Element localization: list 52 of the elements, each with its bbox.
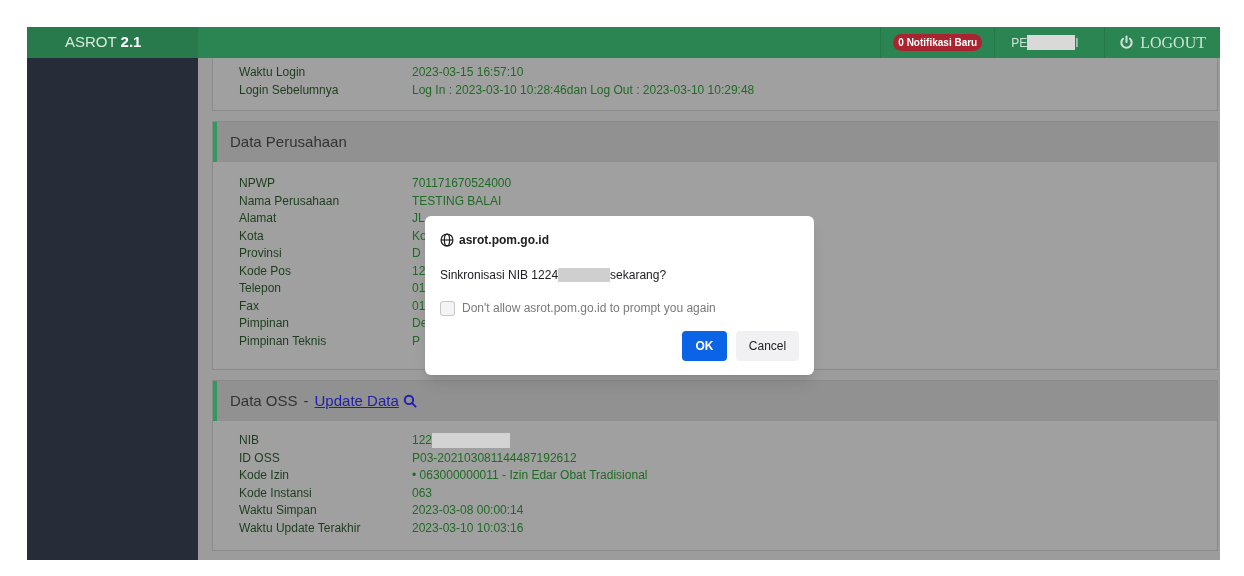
dialog-message-end: sekarang? — [610, 267, 667, 284]
dialog-message-start: Sinkronisasi NIB 1224 — [440, 267, 559, 284]
checkbox-label: Don't allow asrot.pom.go.id to prompt you again — [462, 300, 716, 317]
app-title[interactable]: ASROT 2.1 — [65, 31, 142, 54]
checkbox[interactable] — [440, 300, 455, 316]
field-value: 122 — [412, 433, 433, 449]
dialog-origin: asrot.pom.go.id — [459, 232, 549, 249]
field-value: 01 — [412, 298, 426, 314]
ok-button[interactable]: OK — [682, 331, 727, 361]
user-name-start: PE — [1011, 34, 1028, 52]
field-label: Kota — [239, 228, 265, 244]
field-value: P03-202103081144487192612 — [412, 450, 577, 466]
user-name-end: I — [1075, 34, 1079, 52]
field-label: Nama Perusahaan — [239, 193, 341, 209]
field-label: Waktu Update Terakhir — [239, 520, 362, 536]
globe-icon — [440, 233, 454, 247]
field-value: 2023-03-10 10:03:16 — [412, 520, 524, 536]
field-value: Log In : 2023-03-10 10:28:46dan Log Out : 2023-03-10 10:29:48 — [412, 82, 755, 98]
field-label: Pimpinan — [239, 316, 291, 332]
field-label: Login Sebelumnya — [239, 82, 340, 98]
field-label: Alamat — [239, 211, 278, 227]
field-value: • 063000000011 - Izin Edar Obat Tradisional — [412, 468, 648, 484]
field-label: Telepon — [239, 281, 283, 297]
field-label: Pimpinan Teknis — [239, 333, 328, 349]
update-data-link[interactable]: Update Data — [314, 389, 417, 413]
field-value: D — [412, 246, 421, 262]
section-title: Data Perusahaan — [230, 131, 347, 152]
field-label: Waktu Simpan — [239, 503, 318, 519]
cancel-button[interactable]: Cancel — [736, 331, 799, 361]
field-label: Provinsi — [239, 246, 283, 262]
field-value: 2023-03-08 00:00:14 — [412, 503, 524, 519]
field-value: JL — [412, 211, 425, 227]
field-value: 701171670524000 — [412, 176, 512, 192]
field-label: Kode Pos — [239, 263, 293, 279]
field-label: ID OSS — [239, 450, 281, 466]
field-label: NPWP — [239, 176, 276, 192]
field-value: 2023-03-15 16:57:10 — [412, 65, 524, 81]
field-value: 063 — [412, 485, 433, 501]
field-label: Fax — [239, 298, 260, 314]
notification-badge[interactable]: 0 Notifikasi Baru — [893, 34, 983, 51]
search-icon — [402, 394, 417, 408]
field-value: 12 — [412, 263, 426, 279]
field-value: P — [412, 333, 420, 349]
separator: - — [303, 390, 309, 411]
field-label: Kode Instansi — [239, 485, 313, 501]
power-icon — [1119, 35, 1135, 50]
field-label: NIB — [239, 433, 260, 449]
section-title: Data OSS — [230, 390, 298, 411]
field-value: 01 — [412, 281, 426, 297]
field-label: Waktu Login — [239, 65, 307, 81]
field-value: TESTING BALAI — [412, 193, 502, 209]
field-label: Kode Izin — [239, 468, 291, 484]
